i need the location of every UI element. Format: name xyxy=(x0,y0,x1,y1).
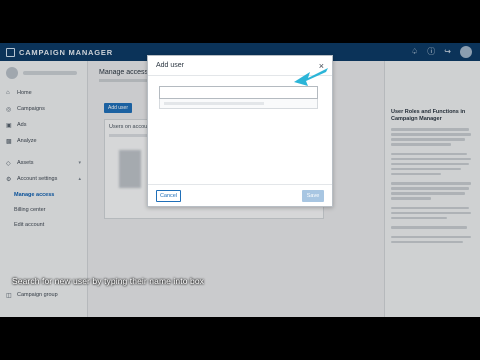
cancel-button[interactable]: Cancel xyxy=(156,190,181,202)
pointer-arrow-icon xyxy=(294,68,328,86)
save-button[interactable]: Save xyxy=(302,190,324,202)
search-result-blurred xyxy=(164,102,264,105)
search-results-dropdown[interactable] xyxy=(159,99,318,109)
dialog-footer: Cancel Save xyxy=(148,184,332,206)
dialog-title: Add user xyxy=(156,62,185,69)
app-frame: CAMPAIGN MANAGER ♤ ⓘ ↪ ⌂ Home ◎ Campaign… xyxy=(0,43,480,317)
tutorial-caption: Search for new user by typing their name… xyxy=(12,276,204,286)
